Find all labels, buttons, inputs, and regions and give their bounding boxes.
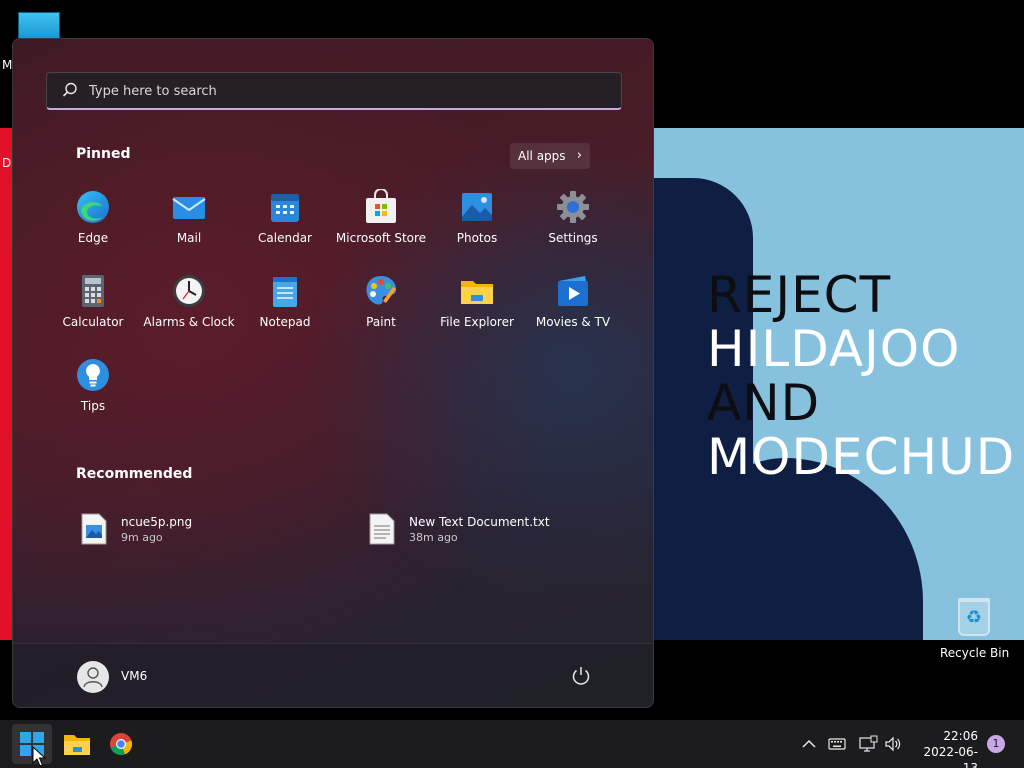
- recommended-file-name: New Text Document.txt: [409, 515, 550, 529]
- mouse-cursor-icon: [32, 746, 46, 767]
- folder-icon: [64, 735, 90, 755]
- avatar[interactable]: [77, 661, 109, 693]
- wallpaper-text-line: AND: [707, 374, 821, 432]
- taskbar-file-explorer[interactable]: [57, 724, 97, 764]
- gear-icon: [557, 191, 589, 223]
- recommended-item[interactable]: ncue5p.png 9m ago: [81, 513, 341, 553]
- recycle-bin-label[interactable]: Recycle Bin: [940, 646, 1009, 660]
- mail-icon: [172, 197, 206, 219]
- network-icon[interactable]: [858, 734, 878, 754]
- app-label: Movies & TV: [535, 315, 611, 329]
- volume-icon[interactable]: [883, 734, 903, 754]
- pinned-app-paint[interactable]: Paint: [333, 273, 429, 345]
- pinned-app-tips[interactable]: Tips: [45, 357, 141, 429]
- chevron-up-icon[interactable]: [799, 734, 819, 754]
- recommended-item[interactable]: New Text Document.txt 38m ago: [369, 513, 629, 553]
- desktop-icon-label: M: [2, 58, 13, 72]
- background-window-label: D: [2, 156, 12, 170]
- keyboard-icon[interactable]: [827, 734, 847, 754]
- recycle-bin[interactable]: ♻: [944, 598, 1004, 636]
- pinned-app-edge[interactable]: Edge: [45, 189, 141, 261]
- pinned-app-calculator[interactable]: Calculator: [45, 273, 141, 345]
- wallpaper-text-line: HILDAJOO: [707, 320, 961, 378]
- wallpaper-image: REJECT HILDAJOO AND MODECHUD: [653, 128, 1024, 640]
- store-icon: [366, 189, 396, 223]
- pinned-app-file-explorer[interactable]: File Explorer: [429, 273, 525, 345]
- taskbar: 22:06 2022-06-13 1: [0, 720, 1024, 768]
- folder-icon: [461, 281, 493, 304]
- user-name[interactable]: VM6: [121, 669, 147, 683]
- recommended-file-name: ncue5p.png: [121, 515, 193, 529]
- clock-time: 22:06: [943, 729, 978, 743]
- notification-badge[interactable]: 1: [987, 735, 1005, 753]
- photos-icon: [462, 193, 492, 221]
- search-box[interactable]: [46, 72, 622, 110]
- image-file-icon: [81, 513, 107, 545]
- calendar-icon: [271, 194, 299, 222]
- notepad-icon: [273, 277, 297, 307]
- all-apps-label: All apps: [518, 149, 566, 163]
- start-menu-footer: VM6: [13, 643, 653, 707]
- edge-icon: [77, 191, 109, 223]
- chrome-icon: [110, 733, 133, 756]
- pinned-app-calendar[interactable]: Calendar: [237, 189, 333, 261]
- paint-palette-icon: [366, 276, 397, 305]
- pinned-app-alarms-clock[interactable]: Alarms & Clock: [141, 273, 237, 345]
- pinned-app-notepad[interactable]: Notepad: [237, 273, 333, 345]
- app-label: Tips: [80, 399, 106, 413]
- pinned-app-microsoft-store[interactable]: Microsoft Store: [333, 189, 429, 261]
- recommended-heading: Recommended: [76, 466, 193, 482]
- pinned-heading: Pinned: [76, 146, 131, 162]
- wallpaper-text-line: REJECT: [707, 266, 892, 324]
- wallpaper-text-line: MODECHUD: [707, 428, 1016, 486]
- text-file-icon: [369, 513, 395, 545]
- search-input[interactable]: [89, 73, 609, 109]
- app-label: Settings: [548, 231, 598, 245]
- pinned-app-mail[interactable]: Mail: [141, 189, 237, 261]
- chevron-right-icon: ›: [576, 148, 582, 163]
- pinned-app-settings[interactable]: Settings: [525, 189, 621, 261]
- all-apps-button[interactable]: All apps ›: [510, 143, 590, 169]
- calculator-icon: [82, 275, 104, 307]
- user-icon: [83, 667, 103, 688]
- recommended-file-time: 9m ago: [121, 531, 163, 544]
- clock-date: 2022-06-13: [923, 745, 978, 768]
- lightbulb-icon: [77, 359, 109, 391]
- recommended-file-time: 38m ago: [409, 531, 458, 544]
- clock-icon: [173, 275, 205, 307]
- pinned-app-photos[interactable]: Photos: [429, 189, 525, 261]
- taskbar-chrome[interactable]: [101, 724, 141, 764]
- desktop: M D REJECT HILDAJOO AND MODECHUD ♻ Recyc…: [0, 0, 1024, 768]
- play-icon: [558, 276, 588, 306]
- start-menu: Pinned All apps › Edge Mail: [12, 38, 654, 708]
- search-icon: [62, 82, 77, 97]
- pinned-app-movies-tv[interactable]: Movies & TV: [525, 273, 621, 345]
- power-icon[interactable]: [569, 664, 593, 688]
- system-clock[interactable]: 22:06 2022-06-13: [912, 728, 978, 768]
- recycle-bin-icon: ♻: [958, 598, 990, 636]
